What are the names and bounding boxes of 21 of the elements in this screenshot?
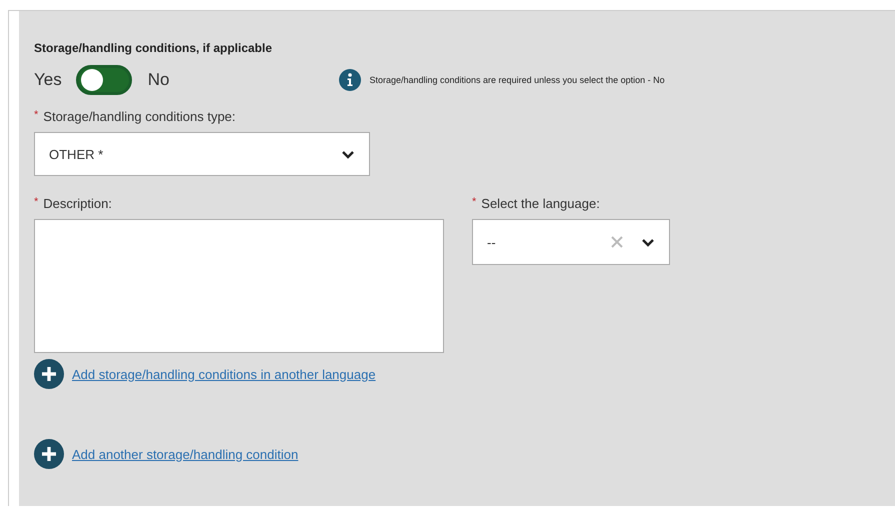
info-icon bbox=[339, 69, 362, 91]
plus-icon[interactable] bbox=[34, 439, 64, 469]
type-select[interactable]: OTHER * bbox=[34, 132, 370, 176]
chevron-down-icon bbox=[641, 238, 655, 246]
required-mark: * bbox=[34, 109, 38, 121]
required-mark: * bbox=[34, 196, 38, 208]
add-condition-link[interactable]: Add another storage/handling condition bbox=[72, 446, 298, 462]
field-label: Storage/handling conditions type: bbox=[43, 109, 236, 124]
toggle-label: Yes bbox=[34, 70, 62, 90]
required-mark: * bbox=[472, 196, 476, 208]
plus-icon[interactable] bbox=[34, 359, 64, 389]
info-text: Storage/handling conditions are required unless you select the option - No bbox=[369, 75, 665, 85]
chevron-down-icon bbox=[341, 150, 355, 158]
field-label: Description: bbox=[43, 196, 112, 211]
field-label: Select the language: bbox=[481, 196, 600, 211]
description-field[interactable] bbox=[34, 219, 444, 353]
toggle-label: No bbox=[148, 70, 170, 90]
toggle-switch[interactable] bbox=[76, 65, 132, 95]
add-language-link[interactable]: Add storage/handling conditions in another language bbox=[72, 366, 376, 382]
section-title: Storage/handling conditions, if applicable bbox=[34, 41, 274, 55]
language-select[interactable]: -- bbox=[472, 219, 670, 265]
